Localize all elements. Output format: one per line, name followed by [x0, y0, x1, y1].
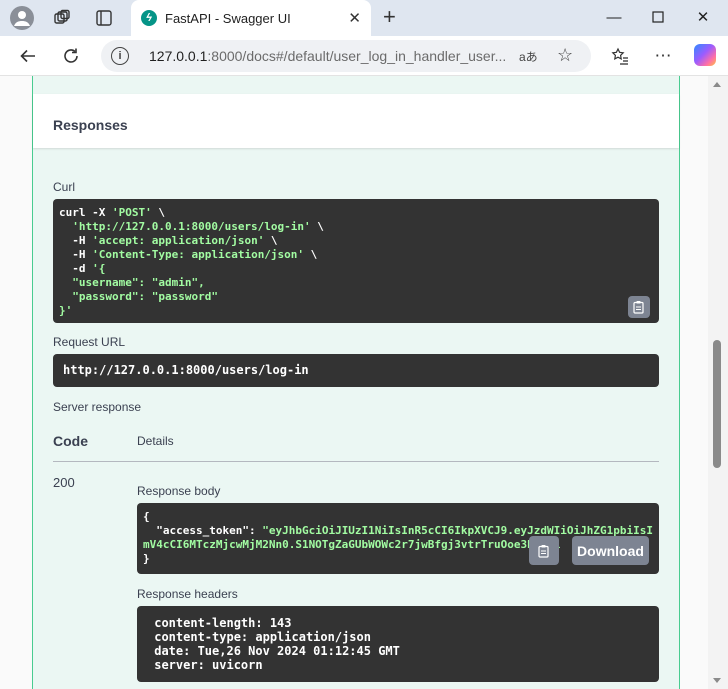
close-tab-icon[interactable]: ✕ — [348, 9, 361, 27]
responses-title: Responses — [53, 117, 128, 133]
address-url[interactable]: 127.0.0.1:8000/docs#/default/user_log_in… — [149, 48, 506, 64]
copilot-icon[interactable] — [694, 44, 716, 66]
url-host: 127.0.0.1 — [149, 48, 208, 64]
favorites-icon[interactable] — [608, 44, 632, 68]
favorite-star-icon[interactable]: ☆ — [557, 45, 573, 66]
curl-code-block: curl -X 'POST' \ 'http://127.0.0.1:8000/… — [53, 199, 659, 323]
details-column-header: Details — [137, 434, 174, 448]
response-headers-label: Response headers — [137, 587, 238, 601]
address-bar[interactable]: i 127.0.0.1:8000/docs#/default/user_log_… — [101, 40, 591, 72]
page-scrollbar[interactable] — [708, 76, 728, 689]
scroll-down-icon[interactable] — [713, 678, 721, 683]
copy-body-button[interactable] — [529, 536, 559, 565]
response-status-code: 200 — [53, 475, 75, 490]
site-info-icon[interactable]: i — [111, 47, 129, 65]
more-menu-icon[interactable]: ⋯ — [651, 44, 675, 68]
request-url-label: Request URL — [53, 335, 126, 349]
workspaces-icon[interactable] — [50, 6, 74, 30]
tab-strip: ϟ FastAPI - Swagger UI ✕ + — ✕ — [0, 0, 728, 36]
scroll-thumb[interactable] — [713, 340, 721, 468]
download-button[interactable]: Download — [572, 536, 649, 565]
response-headers-text: content-length: 143 content-type: applic… — [154, 616, 400, 672]
curl-command: curl -X 'POST' \ 'http://127.0.0.1:8000/… — [59, 206, 324, 317]
profile-avatar-icon[interactable] — [10, 6, 34, 30]
scroll-up-icon[interactable] — [713, 82, 721, 87]
request-url-value: http://127.0.0.1:8000/users/log-in — [63, 363, 309, 377]
browser-toolbar: i 127.0.0.1:8000/docs#/default/user_log_… — [0, 36, 728, 76]
server-response-label: Server response — [53, 400, 142, 414]
tab-title: FastAPI - Swagger UI — [165, 11, 291, 26]
operation-block: Responses Curl curl -X 'POST' \ 'http://… — [32, 76, 680, 689]
url-path: :8000/docs#/default/user_log_in_handler_… — [207, 48, 507, 64]
maximize-icon[interactable] — [646, 6, 670, 28]
read-aloud-icon[interactable]: aあ — [519, 48, 538, 65]
code-column-header: Code — [53, 433, 88, 449]
request-url-block: http://127.0.0.1:8000/users/log-in — [53, 354, 659, 387]
clipboard-icon — [538, 544, 549, 558]
back-icon[interactable] — [16, 44, 40, 68]
minimize-icon[interactable]: — — [602, 6, 626, 28]
fastapi-favicon-icon: ϟ — [141, 10, 157, 26]
page-content: Responses Curl curl -X 'POST' \ 'http://… — [0, 76, 728, 689]
copy-curl-button[interactable] — [628, 296, 650, 318]
response-headers-block: content-length: 143 content-type: applic… — [137, 606, 659, 682]
tab-actions-icon[interactable] — [92, 6, 116, 30]
curl-label: Curl — [53, 180, 76, 194]
active-tab[interactable]: ϟ FastAPI - Swagger UI ✕ — [131, 0, 371, 36]
table-header-divider — [53, 461, 659, 462]
responses-header: Responses — [33, 94, 679, 148]
clipboard-icon — [633, 301, 644, 314]
response-body-label: Response body — [137, 484, 221, 498]
new-tab-icon[interactable]: + — [383, 6, 396, 28]
refresh-icon[interactable] — [59, 44, 83, 68]
close-window-icon[interactable]: ✕ — [691, 6, 715, 28]
